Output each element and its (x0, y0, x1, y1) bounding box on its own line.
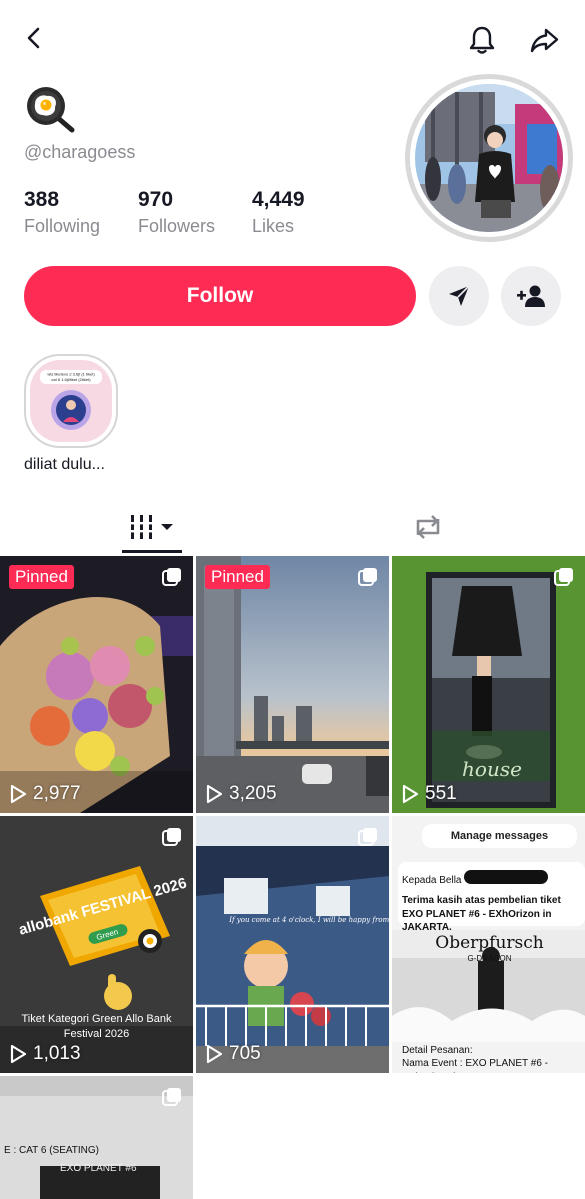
stat-label: Likes (252, 216, 295, 236)
bell-icon (469, 26, 495, 54)
notifications-button[interactable] (460, 18, 504, 62)
message-recipient: Kepada Bella (402, 875, 462, 886)
message-button[interactable] (429, 266, 489, 326)
video-thumbnail: house (392, 556, 585, 813)
highlight-cover-image: wts tiketexo 2 3.6jt (1 tiket) cat 6 1.6… (30, 360, 112, 442)
play-icon (10, 1044, 27, 1064)
stat-value: 4,449 (252, 188, 305, 211)
add-friend-button[interactable] (501, 266, 561, 326)
paper-plane-icon (449, 285, 470, 306)
tab-reposts[interactable] (398, 500, 458, 554)
message-body: Terima kasih atas pembelian tiket EXO PL… (402, 895, 561, 933)
pinned-badge: Pinned (205, 565, 270, 589)
video-tile[interactable]: Pinned 3,205 (196, 556, 389, 813)
video-tile[interactable]: Pinned 2,977 (0, 556, 193, 813)
chevron-left-icon (27, 27, 40, 49)
view-count-value: 705 (229, 1043, 261, 1064)
ticket-event: EXO PLANET #6 (60, 1163, 137, 1174)
stat-followers[interactable]: 970 Followers (138, 188, 252, 237)
stat-likes[interactable]: 4,449 Likes (252, 188, 366, 237)
repost-icon (416, 515, 440, 539)
play-icon (206, 1044, 223, 1064)
username-handle: @charagoess (24, 142, 136, 162)
video-tile[interactable]: house 551 (392, 556, 585, 813)
video-thumbnail: If you come at 4 o'clock, I will be happ… (196, 816, 389, 1073)
active-tab-indicator (122, 550, 182, 553)
order-detail-title: Detail Pesanan: (402, 1045, 473, 1056)
order-detail-line: Nama Event : EXO PLANET #6 - EXhOrizon i… (402, 1058, 548, 1073)
play-icon (206, 784, 223, 804)
multi-photo-icon (554, 568, 573, 586)
follow-button[interactable]: Follow (24, 266, 416, 326)
mural-text: If you come at 4 o'clock, I will be happ… (228, 916, 389, 924)
highlight-cover-text-2: cat 6 1.6jt/tiket (2tiket) (51, 377, 91, 382)
view-count: 551 (401, 783, 457, 805)
profile-photo-image (415, 84, 563, 232)
view-count-value: 1,013 (33, 1043, 81, 1064)
play-icon (10, 784, 27, 804)
stat-label: Following (24, 216, 101, 236)
play-icon (402, 784, 419, 804)
view-count: 2,977 (9, 783, 81, 805)
tab-videos[interactable] (122, 500, 182, 554)
video-tile[interactable]: allobank FESTIVAL 2026 Green Tiket Kateg… (0, 816, 193, 1073)
view-count: 705 (205, 1043, 261, 1065)
message-sign-sub: G-DRAGON (467, 954, 512, 963)
stat-value: 388 (24, 188, 60, 211)
multi-photo-icon (162, 1088, 181, 1106)
highlight-label: diliat dulu... (24, 456, 105, 473)
grid-icon (129, 515, 173, 539)
profile-stats: 388 Following 970 Followers 4,449 Likes (24, 188, 366, 237)
multi-photo-icon (358, 828, 377, 846)
profile-tabs (0, 500, 585, 554)
video-tile[interactable]: If you come at 4 o'clock, I will be happ… (196, 816, 389, 1073)
video-tile[interactable]: E : CAT 6 (SEATING) EXO PLANET #6 (0, 1076, 193, 1199)
view-count-value: 551 (425, 783, 457, 804)
view-count: 1,013 (9, 1043, 81, 1065)
frying-pan-egg-icon (27, 87, 75, 133)
stat-value: 970 (138, 188, 174, 211)
multi-photo-icon (162, 568, 181, 586)
back-button[interactable] (14, 18, 54, 58)
profile-photo-ring[interactable] (405, 74, 573, 242)
ticket-category: E : CAT 6 (SEATING) (4, 1145, 100, 1156)
video-tile[interactable]: Manage messages Kepada Bella Terima kasi… (392, 816, 585, 1073)
share-arrow-icon (530, 28, 559, 53)
svg-text:house: house (462, 757, 522, 781)
story-highlight[interactable]: wts tiketexo 2 3.6jt (1 tiket) cat 6 1.6… (24, 354, 118, 474)
highlight-ring: wts tiketexo 2 3.6jt (1 tiket) cat 6 1.6… (24, 354, 118, 448)
stat-following[interactable]: 388 Following (24, 188, 138, 237)
profile-photo (415, 84, 563, 232)
video-thumbnail (0, 556, 193, 813)
pinned-badge: Pinned (9, 565, 74, 589)
highlight-cover-text-1: wts tiketexo 2 3.6jt (1 tiket) (47, 372, 95, 377)
view-count: 3,205 (205, 783, 277, 805)
highlight-cover: wts tiketexo 2 3.6jt (1 tiket) cat 6 1.6… (30, 360, 112, 442)
view-count-value: 2,977 (33, 783, 81, 804)
stat-label: Followers (138, 216, 216, 236)
video-caption: Tiket Kategori Green Allo Bank Festival … (21, 1013, 172, 1041)
view-count-value: 3,205 (229, 783, 277, 804)
top-bar (0, 0, 585, 76)
add-person-icon (517, 285, 545, 307)
message-sign: Oberpfursch (435, 933, 544, 953)
share-button[interactable] (522, 18, 566, 62)
multi-photo-icon (162, 828, 181, 846)
avatar[interactable] (24, 84, 76, 136)
multi-photo-icon (358, 568, 377, 586)
video-thumbnail (196, 556, 389, 813)
manage-messages-bar: Manage messages (422, 824, 577, 848)
